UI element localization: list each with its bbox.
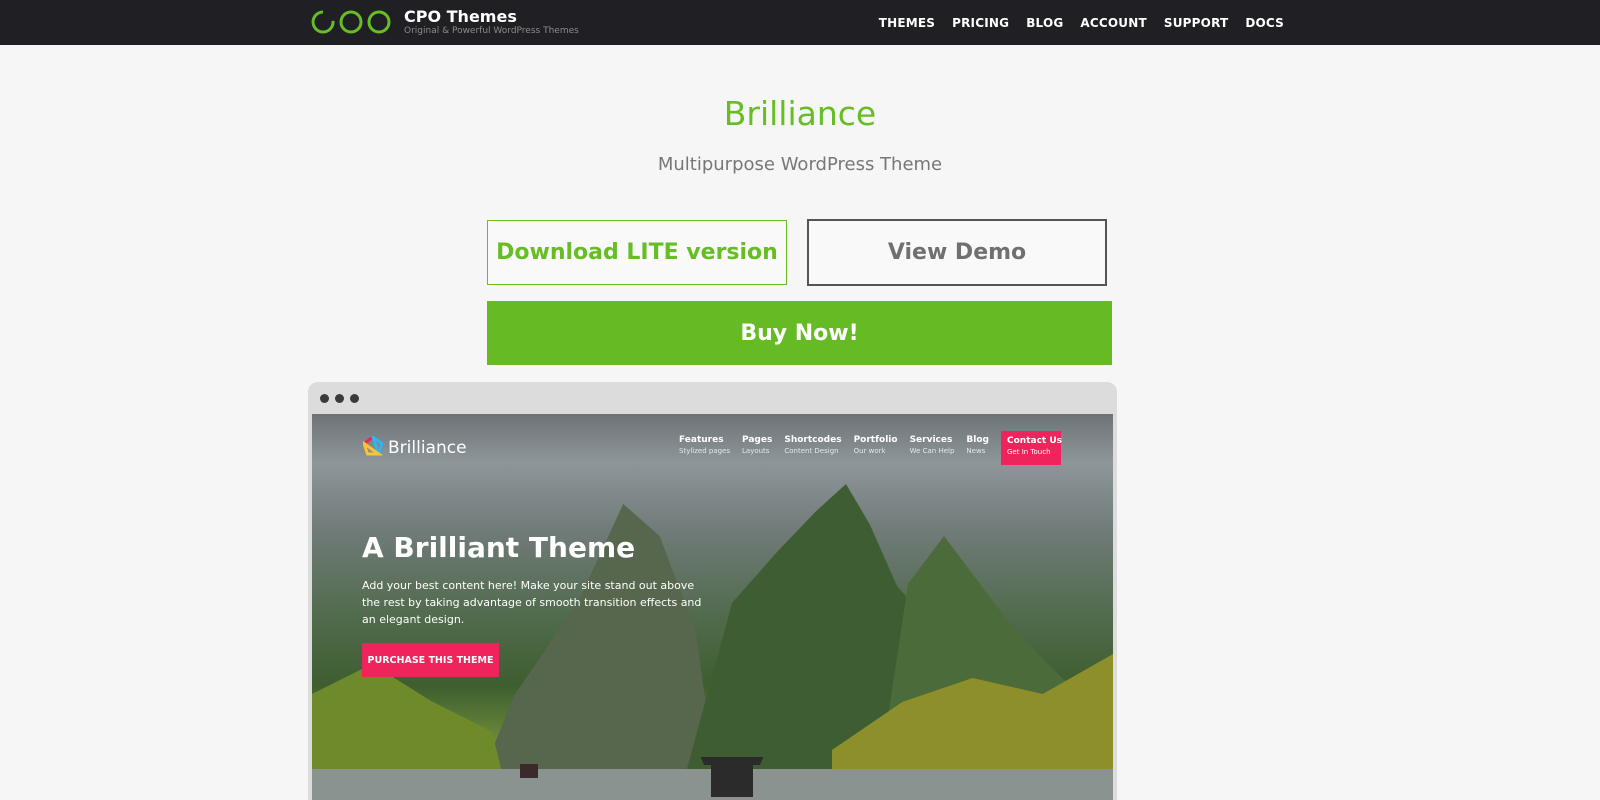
- preview-purchase-button: PURCHASE THIS THEME: [362, 643, 499, 677]
- boat-shape: [520, 764, 538, 778]
- preview-body-text: Add your best content here! Make your si…: [362, 579, 702, 626]
- theme-preview-screenshot[interactable]: Brilliance Features Stylized pages Pages L…: [312, 414, 1113, 800]
- brand-name[interactable]: CPO Themes: [404, 7, 517, 26]
- main-nav: THEMES PRICING BLOG ACCOUNT SUPPORT DOCS: [879, 0, 1284, 45]
- nav-item-blog[interactable]: BLOG: [1026, 16, 1063, 30]
- preview-nav-item: Services We Can Help: [909, 435, 955, 455]
- preview-nav-item: Pages Layouts: [742, 435, 773, 455]
- cpo-logo-icon[interactable]: [309, 8, 393, 36]
- preview-nav-item: Features Stylized pages: [679, 435, 730, 455]
- preview-nav: Features Stylized pages Pages Layouts Shor…: [679, 436, 989, 455]
- window-dot-icon: [350, 394, 359, 403]
- page-subtitle: Multipurpose WordPress Theme: [657, 154, 943, 175]
- window-dot-icon: [335, 394, 344, 403]
- preview-nav-item: Portfolio Our work: [853, 435, 898, 455]
- brand-tagline: Original & Powerful WordPress Themes: [404, 26, 579, 36]
- preview-contact-button: Contact Us Get In Touch: [1001, 431, 1062, 465]
- preview-nav-item: Blog News: [966, 435, 989, 455]
- preview-headline: A Brilliant Theme: [362, 531, 636, 564]
- preview-nav-item: Shortcodes Content Design: [784, 435, 842, 455]
- download-lite-button[interactable]: Download LITE version: [487, 220, 787, 285]
- preview-brand-name: Brilliance: [388, 438, 467, 458]
- page-title: Brilliance: [723, 94, 877, 133]
- brilliance-logo-icon: [363, 436, 383, 456]
- view-demo-button[interactable]: View Demo: [807, 219, 1107, 286]
- browser-mockup: Brilliance Features Stylized pages Pages L…: [308, 382, 1117, 800]
- nav-item-pricing[interactable]: PRICING: [952, 16, 1009, 30]
- buy-now-button[interactable]: Buy Now!: [487, 301, 1112, 365]
- top-navbar: CPO Themes Original & Powerful WordPress…: [0, 0, 1600, 45]
- nav-item-support[interactable]: SUPPORT: [1164, 16, 1228, 30]
- nav-item-account[interactable]: ACCOUNT: [1080, 16, 1146, 30]
- nav-item-themes[interactable]: THEMES: [879, 16, 935, 30]
- window-dot-icon: [320, 394, 329, 403]
- nav-item-docs[interactable]: DOCS: [1245, 16, 1284, 30]
